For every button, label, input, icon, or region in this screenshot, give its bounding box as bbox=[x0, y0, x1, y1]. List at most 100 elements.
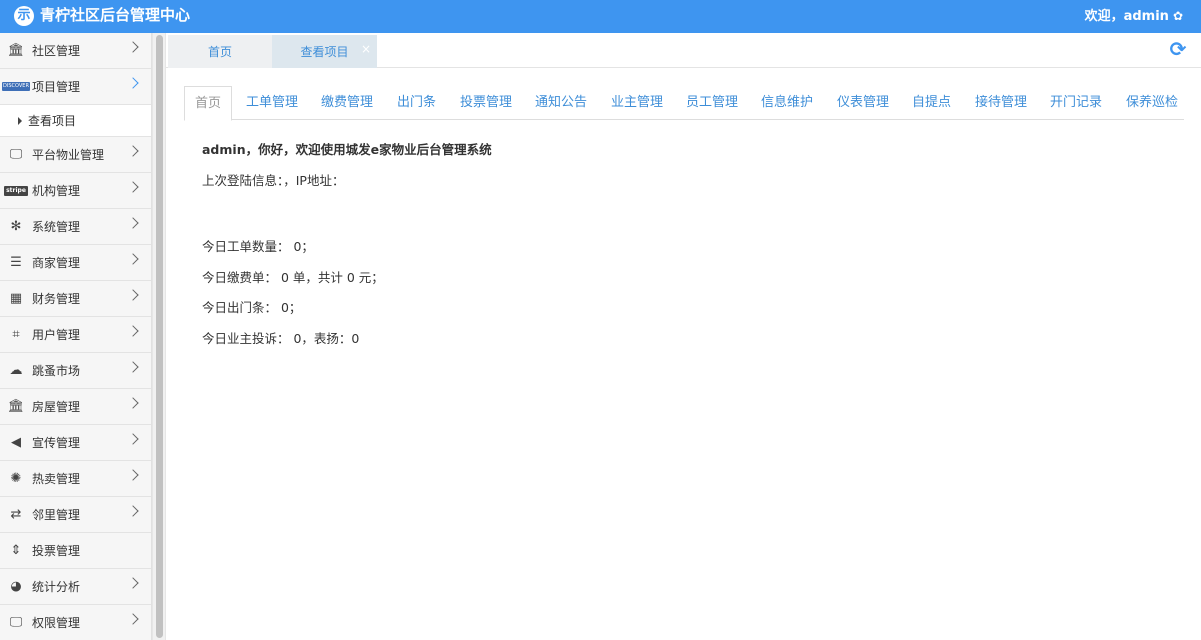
pie-chart-icon: ◕ bbox=[10, 579, 22, 594]
sidebar-item-label: 项目管理 bbox=[32, 80, 81, 94]
module-tab-info-maintenance[interactable]: 信息维护 bbox=[761, 86, 813, 120]
module-tab-meters[interactable]: 仪表管理 bbox=[837, 86, 889, 120]
today-complaints-text: 今日业主投诉： 0，表扬：0 bbox=[202, 331, 360, 346]
sidebar-item-label: 社区管理 bbox=[32, 44, 81, 58]
today-exit-text: 今日出门条： 0； bbox=[202, 300, 302, 315]
sidebar-subitem-label: 查看项目 bbox=[28, 114, 77, 128]
sidebar-item-label: 权限管理 bbox=[32, 616, 81, 630]
sidebar-item-users[interactable]: ⌗ 用户管理 bbox=[0, 317, 151, 353]
greeting-text: admin，你好，欢迎使用城发e家物业后台管理系统 bbox=[202, 142, 492, 157]
chevron-right-icon bbox=[127, 577, 139, 589]
module-tabs: 首页 工单管理 缴费管理 出门条 投票管理 通知公告 业主管理 员工管理 信息维… bbox=[184, 86, 1184, 121]
sidebar-item-label: 热卖管理 bbox=[32, 472, 81, 486]
sidebar-item-merchant[interactable]: ☰ 商家管理 bbox=[0, 245, 151, 281]
user-welcome[interactable]: 欢迎，admin ✿ bbox=[1085, 7, 1183, 26]
top-header: 示 青柠社区后台管理中心 欢迎，admin ✿ bbox=[0, 0, 1201, 33]
chevron-right-icon bbox=[127, 77, 139, 89]
chevron-right-icon bbox=[127, 397, 139, 409]
calculator-icon: ▦ bbox=[9, 291, 23, 306]
sidebar-scrollbar[interactable] bbox=[152, 33, 166, 640]
today-payments-text: 今日缴费单： 0 单，共计 0 元； bbox=[202, 270, 384, 285]
module-tab-maintenance-patrol[interactable]: 保养巡检 bbox=[1126, 86, 1178, 120]
welcome-text: 欢迎，admin bbox=[1084, 9, 1169, 24]
discover-card-icon: DISCOVER bbox=[2, 82, 30, 91]
module-tab-staff[interactable]: 员工管理 bbox=[686, 86, 738, 120]
module-tab-voting[interactable]: 投票管理 bbox=[460, 86, 512, 120]
volume-icon: ◀ bbox=[11, 435, 21, 450]
desktop-icon: 🖵 bbox=[9, 615, 23, 630]
gear-icon[interactable]: ✿ bbox=[1173, 9, 1183, 23]
chevron-right-icon bbox=[127, 217, 139, 229]
sidebar-item-label: 统计分析 bbox=[32, 580, 81, 594]
sidebar-item-projects[interactable]: DISCOVER 项目管理 bbox=[0, 69, 151, 105]
sidebar-item-platform-property[interactable]: 🖵 平台物业管理 bbox=[0, 137, 151, 173]
chevron-right-icon bbox=[127, 289, 139, 301]
page-tab-strip: 首页 查看项目 × ⟳ bbox=[166, 33, 1201, 68]
sidebar-item-organization[interactable]: stripe 机构管理 bbox=[0, 173, 151, 209]
retweet-icon: ⇄ bbox=[10, 507, 22, 522]
sidebar-item-hot-sale[interactable]: ✺ 热卖管理 bbox=[0, 461, 151, 497]
module-tab-pickup-points[interactable]: 自提点 bbox=[912, 86, 951, 120]
chevron-right-icon bbox=[127, 361, 139, 373]
sidebar-item-label: 邻里管理 bbox=[32, 508, 81, 522]
crop-icon: ⌗ bbox=[12, 327, 20, 342]
sidebar-item-publicity[interactable]: ◀ 宣传管理 bbox=[0, 425, 151, 461]
sidebar-item-label: 投票管理 bbox=[32, 544, 81, 558]
caret-right-icon bbox=[18, 116, 22, 125]
module-tab-owners[interactable]: 业主管理 bbox=[611, 86, 663, 120]
desktop-icon: 🖵 bbox=[9, 147, 23, 162]
scrollbar-thumb[interactable] bbox=[156, 35, 163, 638]
module-tab-payments[interactable]: 缴费管理 bbox=[321, 86, 373, 120]
cloud-icon: ☁ bbox=[9, 363, 23, 378]
bars-icon: ☰ bbox=[10, 255, 22, 270]
module-tab-work-orders[interactable]: 工单管理 bbox=[246, 86, 298, 120]
sidebar-item-label: 房屋管理 bbox=[32, 400, 81, 414]
sidebar-item-finance[interactable]: ▦ 财务管理 bbox=[0, 281, 151, 317]
sidebar-item-label: 平台物业管理 bbox=[32, 148, 105, 162]
chevron-right-icon bbox=[127, 613, 139, 625]
chevron-right-icon bbox=[127, 433, 139, 445]
sidebar-item-community[interactable]: 🏛 社区管理 bbox=[0, 33, 151, 69]
sidebar-item-housing[interactable]: 🏛 房屋管理 bbox=[0, 389, 151, 425]
chevron-right-icon bbox=[127, 325, 139, 337]
sidebar-item-label: 财务管理 bbox=[32, 292, 81, 306]
sidebar-item-label: 系统管理 bbox=[32, 220, 81, 234]
sidebar-item-statistics[interactable]: ◕ 统计分析 bbox=[0, 569, 151, 605]
sidebar-item-label: 用户管理 bbox=[32, 328, 81, 342]
page-tab-label: 查看项目 bbox=[300, 45, 349, 59]
sidebar-item-flea-market[interactable]: ☁ 跳蚤市场 bbox=[0, 353, 151, 389]
sidebar-item-label: 商家管理 bbox=[32, 256, 81, 270]
module-tab-notices[interactable]: 通知公告 bbox=[535, 86, 587, 120]
sidebar-item-permissions[interactable]: 🖵 权限管理 bbox=[0, 605, 151, 640]
yelp-icon: ✻ bbox=[10, 219, 22, 234]
sort-icon: ⇕ bbox=[10, 543, 22, 558]
module-tab-home[interactable]: 首页 bbox=[184, 86, 233, 121]
chevron-right-icon bbox=[127, 145, 139, 157]
app-logo: 示 bbox=[14, 6, 34, 26]
today-orders-text: 今日工单数量： 0； bbox=[202, 239, 314, 254]
stripe-icon: stripe bbox=[4, 185, 28, 196]
chevron-right-icon bbox=[127, 41, 139, 53]
sidebar-item-label: 跳蚤市场 bbox=[32, 364, 81, 378]
module-tab-exit-slips[interactable]: 出门条 bbox=[397, 86, 436, 120]
sidebar-item-label: 机构管理 bbox=[32, 184, 81, 198]
sidebar-subitem-view-projects[interactable]: 查看项目 bbox=[0, 105, 151, 137]
refresh-icon[interactable]: ⟳ bbox=[1167, 38, 1189, 60]
sidebar-item-system[interactable]: ✻ 系统管理 bbox=[0, 209, 151, 245]
sidebar-item-voting[interactable]: ⇕ 投票管理 bbox=[0, 533, 151, 569]
chevron-right-icon bbox=[127, 505, 139, 517]
last-login-text: 上次登陆信息：，IP地址： bbox=[202, 173, 345, 188]
chevron-right-icon bbox=[127, 469, 139, 481]
page-tab-view-projects[interactable]: 查看项目 × bbox=[272, 35, 377, 68]
module-tab-door-records[interactable]: 开门记录 bbox=[1050, 86, 1102, 120]
sidebar: 🏛 社区管理 DISCOVER 项目管理 查看项目 🖵 平台物业管理 strip… bbox=[0, 33, 152, 640]
sidebar-item-neighborhood[interactable]: ⇄ 邻里管理 bbox=[0, 497, 151, 533]
module-tab-reception[interactable]: 接待管理 bbox=[975, 86, 1027, 120]
page-tab-home[interactable]: 首页 bbox=[168, 35, 272, 68]
app-title: 青柠社区后台管理中心 bbox=[40, 6, 191, 24]
bank-icon: 🏛 bbox=[7, 399, 25, 414]
bank-icon: 🏛 bbox=[7, 43, 25, 58]
sun-icon: ✺ bbox=[10, 471, 22, 486]
close-icon[interactable]: × bbox=[361, 43, 371, 55]
chevron-right-icon bbox=[127, 181, 139, 193]
